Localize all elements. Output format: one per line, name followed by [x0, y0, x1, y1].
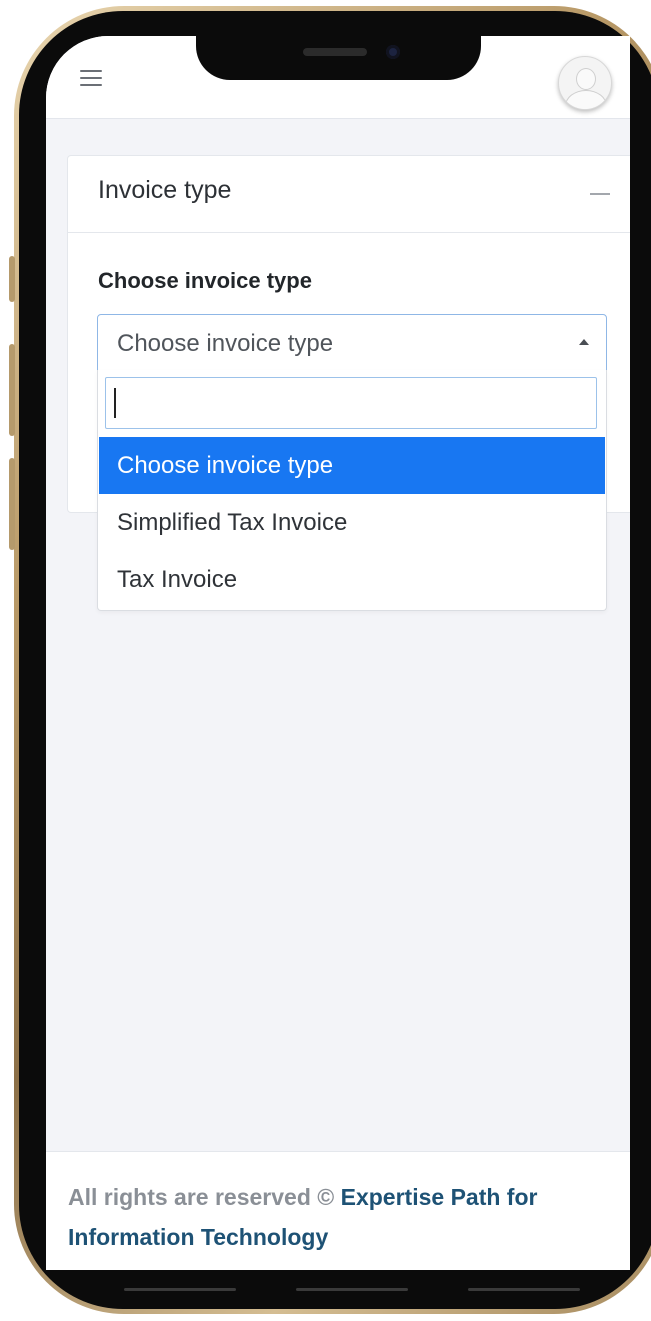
- phone-notch: [196, 36, 481, 80]
- dropdown-search-input[interactable]: [105, 377, 597, 429]
- footer-company-link[interactable]: Expertise Path for: [341, 1184, 538, 1210]
- avatar-icon[interactable]: [558, 56, 612, 110]
- phone-bottom-bar-right: [468, 1288, 580, 1291]
- footer-copyright: All rights are reserved © Expertise Path…: [68, 1184, 537, 1211]
- option-label: Simplified Tax Invoice: [117, 509, 348, 536]
- phone-bottom-bar-center: [296, 1288, 408, 1291]
- menu-icon[interactable]: [80, 70, 102, 86]
- option-tax-invoice[interactable]: Tax Invoice: [99, 551, 605, 608]
- footer: All rights are reserved © Expertise Path…: [46, 1151, 630, 1270]
- phone-volume-down-button: [9, 458, 15, 550]
- select-current-value: Choose invoice type: [117, 330, 334, 357]
- card-title: Invoice type: [98, 176, 232, 204]
- phone-bottom-bar-left: [124, 1288, 236, 1291]
- speaker-grille: [303, 48, 367, 56]
- option-label: Choose invoice type: [117, 452, 334, 479]
- footer-prefix: All rights are reserved ©: [68, 1184, 341, 1210]
- invoice-type-select[interactable]: Choose invoice type: [97, 314, 607, 372]
- option-simplified-tax-invoice[interactable]: Simplified Tax Invoice: [99, 494, 605, 551]
- field-label: Choose invoice type: [98, 268, 312, 293]
- camera-icon: [386, 45, 400, 59]
- app-screen: Invoice type Choose invoice type Choose …: [46, 36, 630, 1270]
- collapse-icon[interactable]: [590, 193, 610, 195]
- footer-company-link-line2[interactable]: Information Technology: [68, 1224, 328, 1251]
- select-dropdown: Choose invoice type Simplified Tax Invoi…: [97, 370, 607, 611]
- option-label: Tax Invoice: [117, 566, 238, 593]
- card-header: Invoice type: [68, 156, 630, 233]
- option-choose-invoice-type[interactable]: Choose invoice type: [99, 437, 605, 494]
- phone-volume-up-button: [9, 344, 15, 436]
- caret-up-icon: [579, 339, 589, 345]
- phone-mute-button: [9, 256, 15, 302]
